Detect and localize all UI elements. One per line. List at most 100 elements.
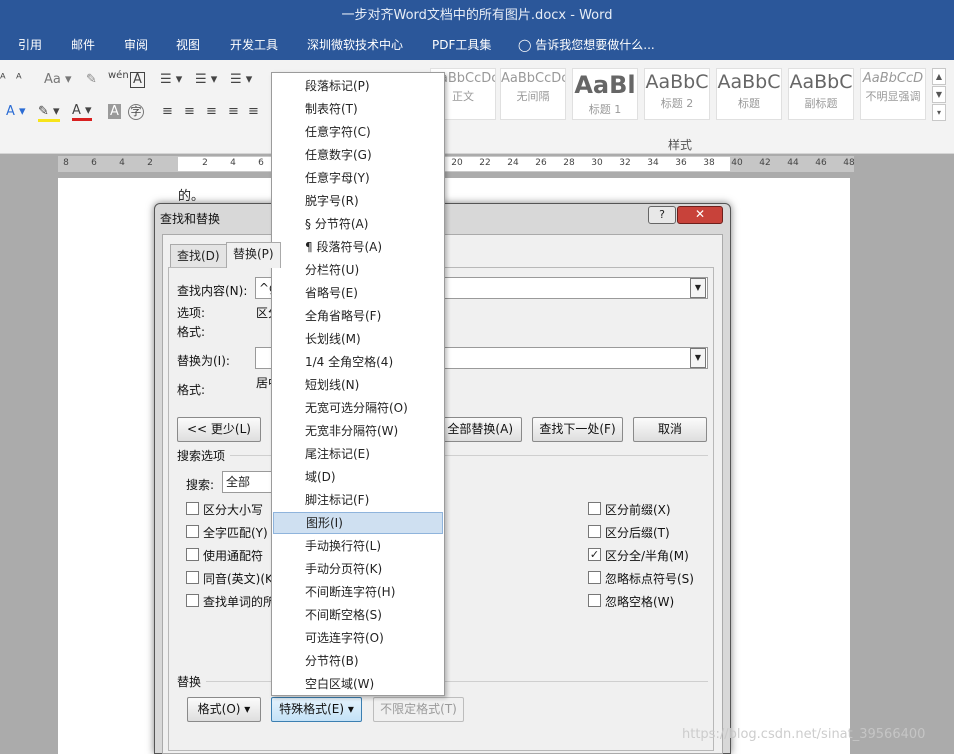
ignore-punct-checkbox[interactable] — [588, 571, 601, 584]
style-heading-2[interactable]: AaBbC 标题 2 — [644, 68, 710, 120]
ribbon-tabs: 引用 邮件 审阅 视图 开发工具 深圳微软技术中心 PDF工具集 ◯ 告诉我您想… — [0, 32, 954, 60]
ruler-tick: 6 — [91, 158, 97, 168]
special-menu-item[interactable]: 手动换行符(L) — [272, 535, 444, 557]
match-case-checkbox[interactable] — [186, 502, 199, 515]
no-formatting-button[interactable]: 不限定格式(T) — [373, 697, 464, 722]
tab-mailings[interactable]: 邮件 — [71, 32, 95, 60]
gallery-up-icon[interactable]: ▲ — [932, 68, 946, 85]
tab-pdf-tools[interactable]: PDF工具集 — [432, 32, 491, 60]
match-prefix-checkbox[interactable] — [588, 502, 601, 515]
enclose-char-icon[interactable]: 字 — [128, 104, 144, 120]
gallery-more-icon[interactable]: ▾ — [932, 104, 946, 121]
special-button[interactable]: 特殊格式(E) ▾ — [271, 697, 362, 722]
special-menu-item[interactable]: 图形(I) — [273, 512, 443, 534]
shrink-font-icon[interactable]: ᴬ — [16, 72, 22, 87]
change-case-icon[interactable]: Aa ▾ — [44, 72, 72, 87]
align-left-icon[interactable]: ≡ — [162, 104, 173, 119]
cancel-button[interactable]: 取消 — [633, 417, 707, 442]
clear-format-icon[interactable]: ✎ — [86, 72, 97, 87]
ruler-tick: 22 — [479, 158, 491, 168]
tab-review[interactable]: 审阅 — [124, 32, 148, 60]
multilevel-list-icon[interactable]: ☰ ▾ — [230, 72, 252, 87]
wildcards-checkbox[interactable] — [186, 548, 199, 561]
sounds-like-checkbox[interactable] — [186, 571, 199, 584]
find-dropdown-icon[interactable]: ▼ — [690, 278, 706, 298]
special-menu-item[interactable]: 无宽非分隔符(W) — [272, 420, 444, 442]
replace-dropdown-icon[interactable]: ▼ — [690, 348, 706, 368]
special-menu-item[interactable]: ¶ 段落符号(A) — [272, 236, 444, 258]
special-menu-item[interactable]: 段落标记(P) — [272, 75, 444, 97]
less-button[interactable]: << 更少(L) — [177, 417, 261, 442]
style-heading-1[interactable]: AaBl 标题 1 — [572, 68, 638, 120]
special-menu-item[interactable]: 手动分页符(K) — [272, 558, 444, 580]
match-width-checkbox[interactable]: ✓ — [588, 548, 601, 561]
special-menu-item[interactable]: 脚注标记(F) — [272, 489, 444, 511]
phonetic-guide-icon[interactable]: wén — [108, 70, 129, 81]
char-border-icon[interactable]: A — [130, 72, 145, 88]
document-text: 的。 — [178, 189, 205, 204]
special-button-label: 特殊格式(E) — [279, 702, 345, 716]
special-menu-item[interactable]: 分节符(B) — [272, 650, 444, 672]
special-menu-item[interactable]: § 分节符(A) — [272, 213, 444, 235]
replace-format-label: 格式: — [177, 383, 206, 397]
tab-references[interactable]: 引用 — [18, 32, 42, 60]
special-menu-item[interactable]: 任意字母(Y) — [272, 167, 444, 189]
ruler-tick: 26 — [535, 158, 547, 168]
tab-shenzhen-ms[interactable]: 深圳微软技术中心 — [307, 32, 403, 60]
bullets-icon[interactable]: ☰ ▾ — [160, 72, 182, 87]
ruler-tick: 32 — [619, 158, 631, 168]
special-menu-item[interactable]: 不间断空格(S) — [272, 604, 444, 626]
align-right-icon[interactable]: ≡ — [206, 104, 217, 119]
wildcards-label: 使用通配符 — [203, 549, 264, 563]
distributed-icon[interactable]: ≡ — [248, 104, 259, 119]
special-menu-item[interactable]: 长划线(M) — [272, 328, 444, 350]
special-menu-item[interactable]: 制表符(T) — [272, 98, 444, 120]
find-what-label: 查找内容(N): — [177, 284, 248, 298]
align-center-icon[interactable]: ≡ — [184, 104, 195, 119]
special-menu-item[interactable]: 脱字号(R) — [272, 190, 444, 212]
special-menu-item[interactable]: 1/4 全角空格(4) — [272, 351, 444, 373]
grow-font-icon[interactable]: ᴬ — [0, 72, 6, 87]
special-menu-item[interactable]: 短划线(N) — [272, 374, 444, 396]
whole-word-checkbox[interactable] — [186, 525, 199, 538]
ignore-space-checkbox[interactable] — [588, 594, 601, 607]
font-color-icon[interactable]: A ▾ — [72, 104, 92, 121]
style-subtle-emphasis[interactable]: AaBbCcD 不明显强调 — [860, 68, 926, 120]
style-no-spacing[interactable]: AaBbCcDc 无间隔 — [500, 68, 566, 120]
char-shading-icon[interactable]: A — [108, 104, 121, 119]
justify-icon[interactable]: ≡ — [228, 104, 239, 119]
special-menu-item[interactable]: 任意数字(G) — [272, 144, 444, 166]
numbering-icon[interactable]: ☰ ▾ — [195, 72, 217, 87]
ruler-tick: 44 — [787, 158, 799, 168]
style-title[interactable]: AaBbC 标题 — [716, 68, 782, 120]
word-forms-checkbox[interactable] — [186, 594, 199, 607]
special-menu-item[interactable]: 任意字符(C) — [272, 121, 444, 143]
whole-word-label: 全字匹配(Y) — [203, 526, 268, 540]
close-button[interactable]: ✕ — [677, 206, 723, 224]
help-button[interactable]: ? — [648, 206, 676, 224]
tab-replace[interactable]: 替换(P) — [226, 242, 281, 268]
tab-view[interactable]: 视图 — [176, 32, 200, 60]
match-case-label: 区分大小写 — [203, 503, 264, 517]
search-direction-select[interactable]: 全部 — [222, 471, 274, 493]
tell-me-box[interactable]: ◯ 告诉我您想要做什么... — [518, 32, 655, 60]
tab-developer[interactable]: 开发工具 — [230, 32, 278, 60]
style-subtitle[interactable]: AaBbC 副标题 — [788, 68, 854, 120]
special-menu-item[interactable]: 省略号(E) — [272, 282, 444, 304]
special-menu-item[interactable]: 分栏符(U) — [272, 259, 444, 281]
special-menu-item[interactable]: 无宽可选分隔符(O) — [272, 397, 444, 419]
special-menu-item[interactable]: 域(D) — [272, 466, 444, 488]
highlight-icon[interactable]: ✎ ▾ — [38, 104, 60, 122]
ruler-tick: 2 — [147, 158, 153, 168]
text-effects-icon[interactable]: A ▾ — [6, 104, 26, 119]
tab-find[interactable]: 查找(D) — [170, 244, 227, 268]
special-menu-item[interactable]: 空白区域(W) — [272, 673, 444, 695]
find-next-button[interactable]: 查找下一处(F) — [532, 417, 623, 442]
special-menu-item[interactable]: 尾注标记(E) — [272, 443, 444, 465]
special-menu-item[interactable]: 不间断连字符(H) — [272, 581, 444, 603]
match-suffix-checkbox[interactable] — [588, 525, 601, 538]
format-button[interactable]: 格式(O) ▾ — [187, 697, 261, 722]
gallery-down-icon[interactable]: ▼ — [932, 86, 946, 103]
special-menu-item[interactable]: 可选连字符(O) — [272, 627, 444, 649]
special-menu-item[interactable]: 全角省略号(F) — [272, 305, 444, 327]
